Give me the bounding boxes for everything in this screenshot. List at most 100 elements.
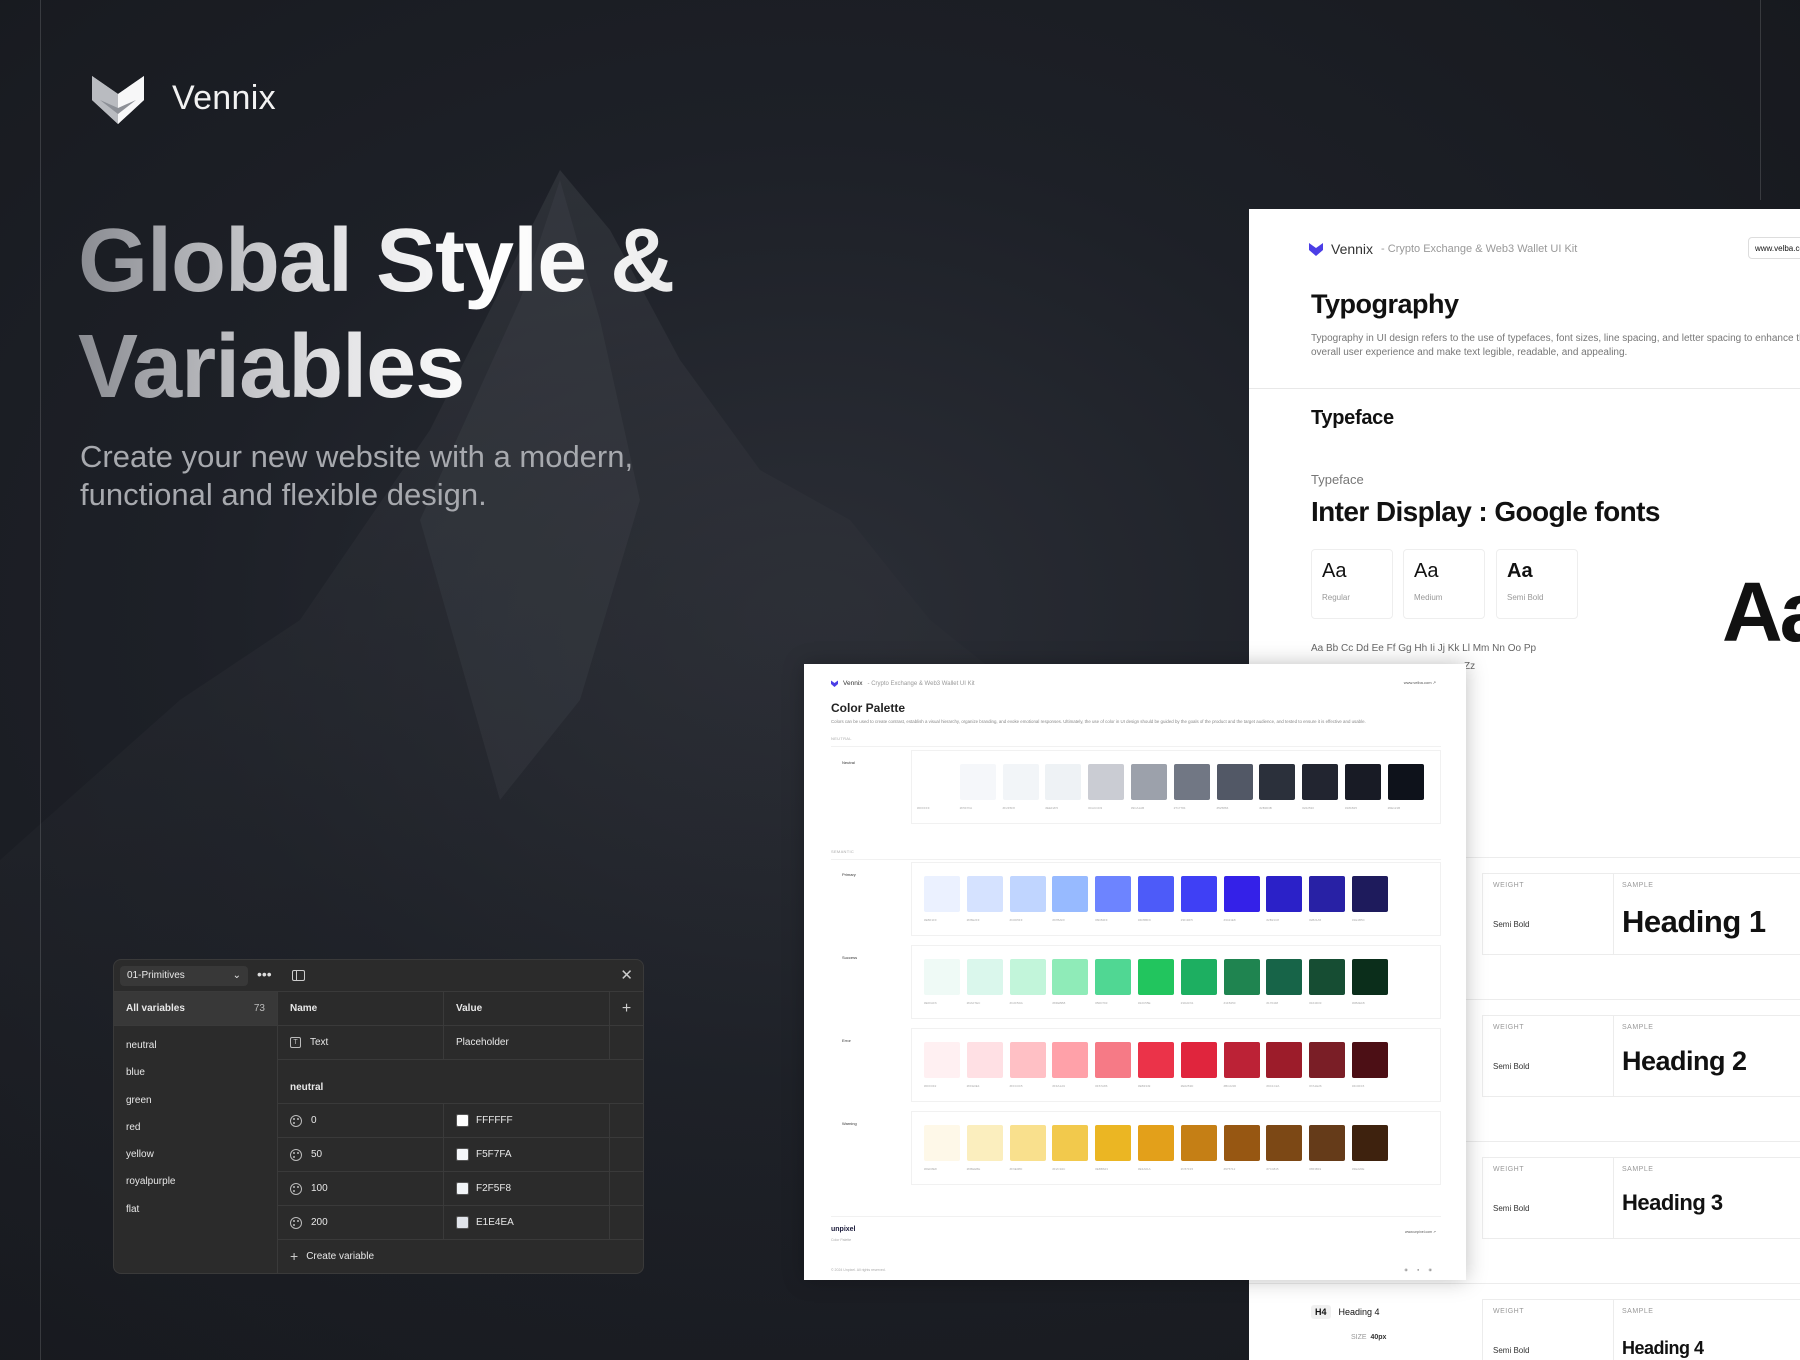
table-row[interactable]: 50 F5F7FA bbox=[278, 1138, 643, 1172]
color-swatch[interactable] bbox=[1052, 1125, 1089, 1161]
color-swatch[interactable] bbox=[1352, 1042, 1388, 1078]
sidebar-item-flat[interactable]: flat bbox=[114, 1196, 277, 1223]
variable-value[interactable]: F5F7FA bbox=[476, 1149, 512, 1160]
color-swatch[interactable] bbox=[1180, 959, 1217, 995]
table-row[interactable]: 200 E1E4EA bbox=[278, 1206, 643, 1240]
footer-url-link[interactable]: www.unpixel.com ↗ bbox=[1405, 1230, 1436, 1234]
color-swatch[interactable] bbox=[1052, 1042, 1089, 1078]
color-swatch[interactable] bbox=[1095, 1042, 1132, 1078]
sidebar-item-blue[interactable]: blue bbox=[114, 1059, 277, 1086]
color-swatch[interactable] bbox=[1180, 876, 1217, 912]
color-group-success: Success #EFFAF6 #DAF7EC #C2F5DA #8FEBB8 #50D7… bbox=[831, 945, 1441, 1019]
card-url-link[interactable]: www.velba.com ↗ bbox=[1404, 680, 1436, 685]
swatch-hex-label: #F67A86 bbox=[1095, 1084, 1108, 1088]
color-group-error: Error #FFF0F2 #FFE0E4 #FFC0C5 #FFA1A9 #F67A86… bbox=[831, 1028, 1441, 1102]
color-swatch[interactable] bbox=[966, 1042, 1003, 1078]
color-swatch[interactable] bbox=[1009, 1125, 1046, 1161]
color-swatch[interactable] bbox=[456, 1148, 469, 1161]
color-swatch[interactable] bbox=[1095, 959, 1132, 995]
sidebar-item-yellow[interactable]: yellow bbox=[114, 1141, 277, 1168]
color-swatch[interactable] bbox=[1352, 876, 1388, 912]
color-swatch[interactable] bbox=[959, 764, 996, 800]
variable-value[interactable]: Placeholder bbox=[456, 1037, 509, 1048]
card-url-button[interactable]: www.velba.com bbox=[1748, 237, 1800, 259]
color-swatch[interactable] bbox=[456, 1182, 469, 1195]
collection-select[interactable]: 01-Primitives ⌄ bbox=[120, 966, 248, 986]
sidebar-item-green[interactable]: green bbox=[114, 1087, 277, 1114]
color-swatch[interactable] bbox=[1009, 1042, 1046, 1078]
color-swatch[interactable] bbox=[1302, 764, 1339, 800]
variable-name: 100 bbox=[311, 1183, 328, 1194]
color-swatch[interactable] bbox=[1309, 959, 1346, 995]
color-swatch[interactable] bbox=[1223, 959, 1260, 995]
color-swatch[interactable] bbox=[1180, 1125, 1217, 1161]
brand-logo: Vennix bbox=[90, 70, 276, 126]
create-variable-button[interactable]: + Create variable bbox=[278, 1240, 643, 1272]
color-swatch[interactable] bbox=[1345, 764, 1381, 800]
color-swatch[interactable] bbox=[966, 1125, 1003, 1161]
color-swatch[interactable] bbox=[1009, 876, 1046, 912]
color-swatch[interactable] bbox=[1352, 1125, 1388, 1161]
color-swatch[interactable] bbox=[1095, 1125, 1132, 1161]
table-row[interactable]: 0 FFFFFF bbox=[278, 1104, 643, 1138]
color-swatch[interactable] bbox=[1138, 1125, 1174, 1161]
color-swatch[interactable] bbox=[1266, 1042, 1303, 1078]
color-swatch[interactable] bbox=[1138, 876, 1174, 912]
color-swatch[interactable] bbox=[966, 959, 1003, 995]
color-swatch[interactable] bbox=[924, 876, 960, 912]
color-swatch[interactable] bbox=[1052, 876, 1089, 912]
color-swatch[interactable] bbox=[1138, 959, 1174, 995]
variable-value[interactable]: F2F5F8 bbox=[476, 1183, 511, 1194]
color-swatch[interactable] bbox=[1138, 1042, 1174, 1078]
color-swatch[interactable] bbox=[1052, 959, 1089, 995]
variable-value[interactable]: FFFFFF bbox=[476, 1115, 513, 1126]
variable-value[interactable]: E1E4EA bbox=[476, 1217, 514, 1228]
swatch-hex-label: #E3A01A bbox=[1138, 1167, 1151, 1171]
add-column-icon[interactable]: + bbox=[622, 1000, 631, 1018]
color-swatch[interactable] bbox=[1173, 764, 1210, 800]
color-swatch[interactable] bbox=[1216, 764, 1253, 800]
sidebar-item-royalpurple[interactable]: royalpurple bbox=[114, 1168, 277, 1195]
color-swatch[interactable] bbox=[1223, 1042, 1260, 1078]
color-swatch[interactable] bbox=[1095, 876, 1132, 912]
more-options-icon[interactable]: ••• bbox=[257, 967, 272, 981]
color-swatch[interactable] bbox=[1266, 876, 1303, 912]
color-swatch[interactable] bbox=[1259, 764, 1296, 800]
color-swatch[interactable] bbox=[1387, 764, 1424, 800]
group-section-title: neutral bbox=[278, 1060, 643, 1104]
color-swatch[interactable] bbox=[1309, 1125, 1346, 1161]
color-swatch[interactable] bbox=[1131, 764, 1167, 800]
color-swatch[interactable] bbox=[1002, 764, 1039, 800]
color-swatch[interactable] bbox=[924, 959, 960, 995]
table-row[interactable]: T Text Placeholder bbox=[278, 1026, 643, 1060]
close-icon[interactable]: ✕ bbox=[620, 966, 633, 984]
social-icons[interactable]: ◉ ● ◉ bbox=[1404, 1267, 1436, 1272]
color-swatch[interactable] bbox=[966, 876, 1003, 912]
color-swatch[interactable] bbox=[1045, 764, 1082, 800]
color-swatch[interactable] bbox=[1309, 1042, 1346, 1078]
sample-column-label: SAMPLE bbox=[1622, 1166, 1654, 1173]
sidebar-toggle-icon[interactable] bbox=[292, 970, 305, 981]
swatch-row: #EBF1FF #D5E2FF #C0D5FF #97BAFF #6D84FF #4D5B… bbox=[911, 862, 1441, 936]
color-swatch[interactable] bbox=[456, 1216, 469, 1229]
sidebar-item-red[interactable]: red bbox=[114, 1114, 277, 1141]
swatch-hex-label: #C57F15 bbox=[1180, 1167, 1194, 1171]
swatch-row: #FFFFFF #F5F7FA #F2F5F8 #EEF2F5 #CACCD3 #9CA1… bbox=[911, 750, 1441, 824]
color-swatch[interactable] bbox=[924, 1042, 960, 1078]
color-swatch[interactable] bbox=[1088, 764, 1125, 800]
color-swatch[interactable] bbox=[917, 764, 953, 800]
sidebar-item-neutral[interactable]: neutral bbox=[114, 1032, 277, 1059]
color-swatch[interactable] bbox=[456, 1114, 469, 1127]
color-swatch[interactable] bbox=[1266, 959, 1303, 995]
color-swatch[interactable] bbox=[1352, 959, 1388, 995]
color-swatch[interactable] bbox=[1223, 876, 1260, 912]
all-variables-item[interactable]: All variables 73 bbox=[114, 992, 277, 1026]
color-swatch[interactable] bbox=[1266, 1125, 1303, 1161]
color-swatch[interactable] bbox=[924, 1125, 960, 1161]
color-swatch[interactable] bbox=[1009, 959, 1046, 995]
table-row[interactable]: 100 F2F5F8 bbox=[278, 1172, 643, 1206]
hero-title-line-2: Variables bbox=[78, 317, 465, 417]
color-swatch[interactable] bbox=[1180, 1042, 1217, 1078]
color-swatch[interactable] bbox=[1309, 876, 1346, 912]
color-swatch[interactable] bbox=[1223, 1125, 1260, 1161]
